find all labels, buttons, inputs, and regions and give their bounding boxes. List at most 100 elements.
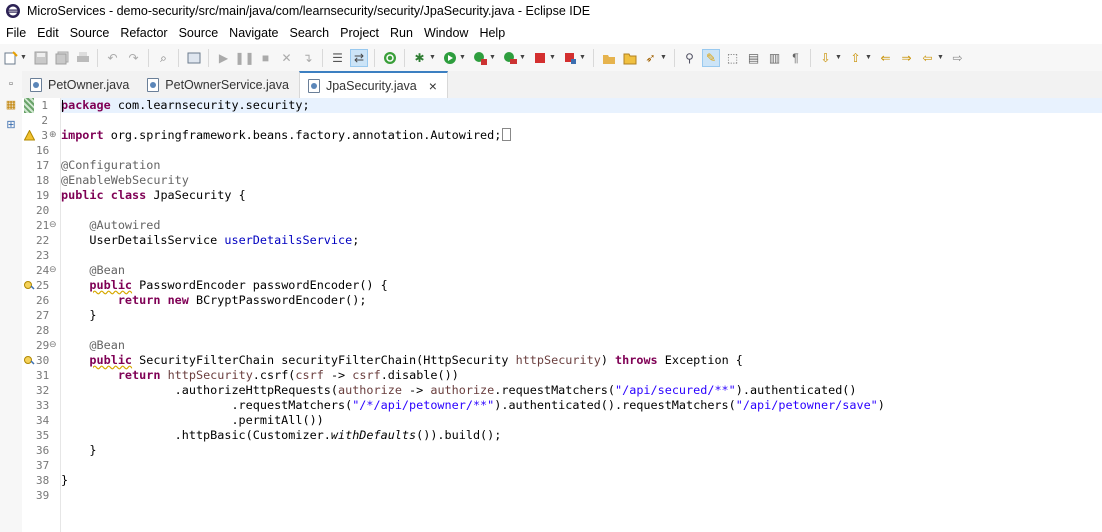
suspend-icon[interactable]: ❚❚ (234, 49, 254, 66)
code-line[interactable]: } (61, 308, 1102, 323)
external-tools-icon[interactable] (561, 49, 578, 66)
open-type-icon[interactable]: ➶ (642, 49, 659, 66)
code-line[interactable]: @Configuration (61, 158, 1102, 173)
code-line[interactable]: @Bean (61, 338, 1102, 353)
coverage-dropdown-icon[interactable]: ▼ (489, 54, 496, 61)
code-line[interactable]: } (61, 443, 1102, 458)
code-line[interactable]: } (61, 473, 1102, 488)
coverage-icon[interactable] (471, 49, 488, 66)
menu-edit[interactable]: Edit (32, 26, 65, 40)
code-line[interactable]: return httpSecurity.csrf(csrf -> csrf.di… (61, 368, 1102, 383)
code-line[interactable]: @Autowired (61, 218, 1102, 233)
code-line[interactable]: .authorizeHttpRequests(authorize -> auth… (61, 383, 1102, 398)
toggle-mark-occurrences-icon[interactable]: ⇄ (350, 48, 368, 67)
undo-icon[interactable]: ↶ (104, 49, 121, 66)
new-icon[interactable] (2, 49, 19, 66)
override-marker-icon[interactable] (24, 280, 35, 291)
code-line[interactable]: public class JpaSecurity { (61, 188, 1102, 203)
step-into-icon[interactable]: ↴ (299, 49, 316, 66)
run-dropdown-icon[interactable]: ▼ (459, 54, 466, 61)
fold-collapse-icon[interactable]: ⊖ (49, 218, 57, 233)
code-line[interactable] (61, 248, 1102, 263)
code-line[interactable]: @EnableWebSecurity (61, 173, 1102, 188)
close-icon[interactable]: × (429, 78, 437, 94)
code-line[interactable]: .httpBasic(Customizer.withDefaults()).bu… (61, 428, 1102, 443)
override-marker-icon[interactable] (24, 355, 35, 366)
code-area[interactable]: package com.learnsecurity.security; impor… (61, 98, 1102, 532)
code-line[interactable]: .permitAll()) (61, 413, 1102, 428)
redo-icon[interactable]: ↷ (125, 49, 142, 66)
save-all-icon[interactable] (53, 49, 70, 66)
list-icon[interactable]: ☰ (329, 49, 346, 66)
fold-expand-icon[interactable]: ⊕ (49, 128, 57, 143)
new-java-project-icon[interactable] (600, 49, 617, 66)
menu-source[interactable]: Source (65, 26, 116, 40)
resume-icon[interactable]: ▶ (215, 49, 232, 66)
spring-boot-icon[interactable] (381, 49, 398, 66)
code-line[interactable] (61, 323, 1102, 338)
save-icon[interactable] (32, 49, 49, 66)
highlight-icon[interactable]: ✎ (702, 48, 720, 67)
menu-navigate[interactable]: Navigate (224, 26, 284, 40)
pilcrow-icon[interactable]: ¶ (787, 49, 804, 66)
tab-jpasecurity-java[interactable]: JpaSecurity.java × (298, 71, 448, 98)
code-line[interactable] (61, 458, 1102, 473)
forward-edit-icon[interactable]: ⇒ (898, 49, 915, 66)
fold-collapse-icon[interactable]: ⊖ (49, 338, 57, 353)
menu-source-2[interactable]: Source (174, 26, 225, 40)
search-icon[interactable]: ⌕ (155, 49, 172, 66)
run-last-tool-icon[interactable] (501, 49, 518, 66)
block-selection-icon[interactable]: ⬚ (724, 49, 741, 66)
code-line[interactable] (61, 143, 1102, 158)
tab-petownerservice-java[interactable]: PetOwnerService.java (139, 72, 299, 98)
code-line[interactable]: package com.learnsecurity.security; (61, 98, 1102, 113)
code-line[interactable]: .requestMatchers("/*/api/petowner/**").a… (61, 398, 1102, 413)
previous-annotation-dropdown-icon[interactable]: ▼ (865, 54, 872, 61)
fold-collapse-icon[interactable]: ⊖ (49, 263, 57, 278)
show-whitespace-icon[interactable]: ▤ (745, 49, 762, 66)
previous-annotation-icon[interactable]: ⇧ (847, 49, 864, 66)
menu-run[interactable]: Run (385, 26, 419, 40)
code-line[interactable]: UserDetailsService userDetailsService; (61, 233, 1102, 248)
code-line[interactable]: @Bean (61, 263, 1102, 278)
stop-icon[interactable] (531, 49, 548, 66)
open-folder-icon[interactable] (621, 49, 638, 66)
back-icon[interactable]: ⇦ (919, 49, 936, 66)
print-icon[interactable] (74, 49, 91, 66)
code-editor[interactable]: 1 2 3 ⊕ 16 17 18 19 20 21 ⊖ 22 23 24 ⊖ 25 26 27 28 29 ⊖ 30 31 3… (22, 98, 1102, 532)
debug-icon[interactable]: ✱ (411, 49, 428, 66)
folded-region-icon[interactable] (502, 128, 512, 141)
code-line[interactable] (61, 488, 1102, 503)
code-line[interactable]: public PasswordEncoder passwordEncoder()… (61, 278, 1102, 293)
code-line[interactable]: import org.springframework.beans.factory… (61, 128, 1102, 143)
stop-dropdown-icon[interactable]: ▼ (549, 54, 556, 61)
warning-marker-icon[interactable] (23, 129, 36, 141)
word-wrap-icon[interactable]: ▥ (766, 49, 783, 66)
package-explorer-icon[interactable]: ▦ (4, 97, 18, 111)
restore-icon[interactable]: ▫ (4, 77, 18, 91)
code-line[interactable] (61, 113, 1102, 128)
menu-file[interactable]: File (0, 26, 32, 40)
external-tools-dropdown-icon[interactable]: ▼ (579, 54, 586, 61)
last-edit-location-icon[interactable]: ⇐ (877, 49, 894, 66)
back-dropdown-icon[interactable]: ▼ (937, 54, 944, 61)
code-line[interactable] (61, 203, 1102, 218)
type-hierarchy-icon[interactable]: ⊞ (4, 117, 18, 131)
next-annotation-dropdown-icon[interactable]: ▼ (835, 54, 842, 61)
menu-help[interactable]: Help (474, 26, 511, 40)
menu-project[interactable]: Project (335, 26, 385, 40)
terminal-icon[interactable] (185, 49, 202, 66)
forward-icon[interactable]: ⇨ (949, 49, 966, 66)
code-line[interactable]: public SecurityFilterChain securityFilte… (61, 353, 1102, 368)
tab-petowner-java[interactable]: PetOwner.java (22, 72, 139, 98)
run-last-tool-dropdown-icon[interactable]: ▼ (519, 54, 526, 61)
run-icon[interactable] (441, 49, 458, 66)
open-type-dropdown-icon[interactable]: ▼ (660, 54, 667, 61)
pin-icon[interactable]: ⚲ (681, 49, 698, 66)
next-annotation-icon[interactable]: ⇩ (817, 49, 834, 66)
debug-dropdown-icon[interactable]: ▼ (429, 54, 436, 61)
menu-window[interactable]: Window (419, 26, 474, 40)
code-line[interactable]: return new BCryptPasswordEncoder(); (61, 293, 1102, 308)
disconnect-icon[interactable]: ✕ (278, 49, 295, 66)
menu-search[interactable]: Search (285, 26, 336, 40)
